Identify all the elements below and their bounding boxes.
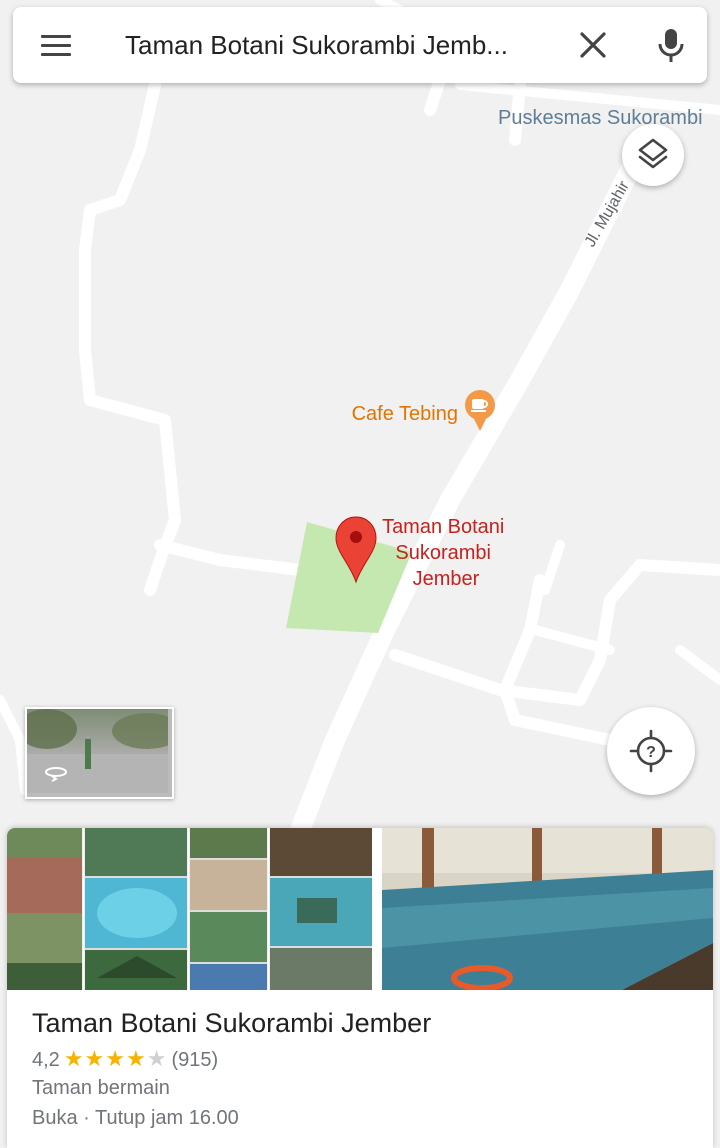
menu-icon bbox=[41, 35, 71, 38]
voice-search-button[interactable] bbox=[651, 23, 691, 67]
layers-button[interactable] bbox=[622, 124, 684, 186]
menu-icon bbox=[41, 53, 71, 56]
place-label-line-2: Sukorambi bbox=[395, 542, 491, 564]
rating-value: 4,2 bbox=[32, 1049, 60, 1071]
close-icon bbox=[580, 32, 606, 58]
rating-row[interactable]: 4,2 ★★★★★ (915) bbox=[32, 1046, 218, 1072]
menu-icon bbox=[41, 44, 71, 47]
clear-search-button[interactable] bbox=[573, 25, 613, 65]
poi-label-cafe-tebing[interactable]: Cafe Tebing bbox=[352, 403, 458, 425]
place-card[interactable]: Taman Botani Sukorambi Jember 4,2 ★★★★★ (9… bbox=[7, 828, 713, 1148]
photo-collage-image bbox=[7, 828, 372, 990]
my-location-button[interactable]: ? bbox=[607, 707, 695, 795]
place-label-line-3: Jember bbox=[413, 568, 480, 590]
star-rating-icon: ★★★★★ bbox=[64, 1046, 168, 1071]
place-photo-collage[interactable] bbox=[7, 828, 372, 990]
place-category: Taman bermain bbox=[32, 1077, 170, 1099]
stars-empty: ★ bbox=[146, 1046, 168, 1071]
pool-photo-image bbox=[382, 828, 713, 990]
svg-text:?: ? bbox=[646, 744, 656, 761]
place-label-line-1: Taman Botani bbox=[382, 516, 504, 538]
review-count: (915) bbox=[171, 1049, 219, 1071]
search-input[interactable]: Taman Botani Sukorambi Jemb... bbox=[125, 27, 565, 63]
layers-icon bbox=[638, 138, 668, 169]
stars-filled: ★★★★ bbox=[63, 1046, 147, 1071]
menu-button[interactable] bbox=[37, 27, 77, 63]
opening-hours: Buka · Tutup jam 16.00 bbox=[32, 1107, 239, 1129]
microphone-icon bbox=[658, 29, 684, 62]
my-location-icon: ? bbox=[629, 729, 673, 773]
search-bar[interactable]: Taman Botani Sukorambi Jemb... bbox=[13, 7, 707, 83]
place-photo-pool[interactable] bbox=[382, 828, 713, 990]
street-view-360-icon bbox=[45, 767, 67, 782]
street-view-thumbnail[interactable] bbox=[25, 707, 174, 799]
place-title: Taman Botani Sukorambi Jember bbox=[32, 1008, 432, 1038]
